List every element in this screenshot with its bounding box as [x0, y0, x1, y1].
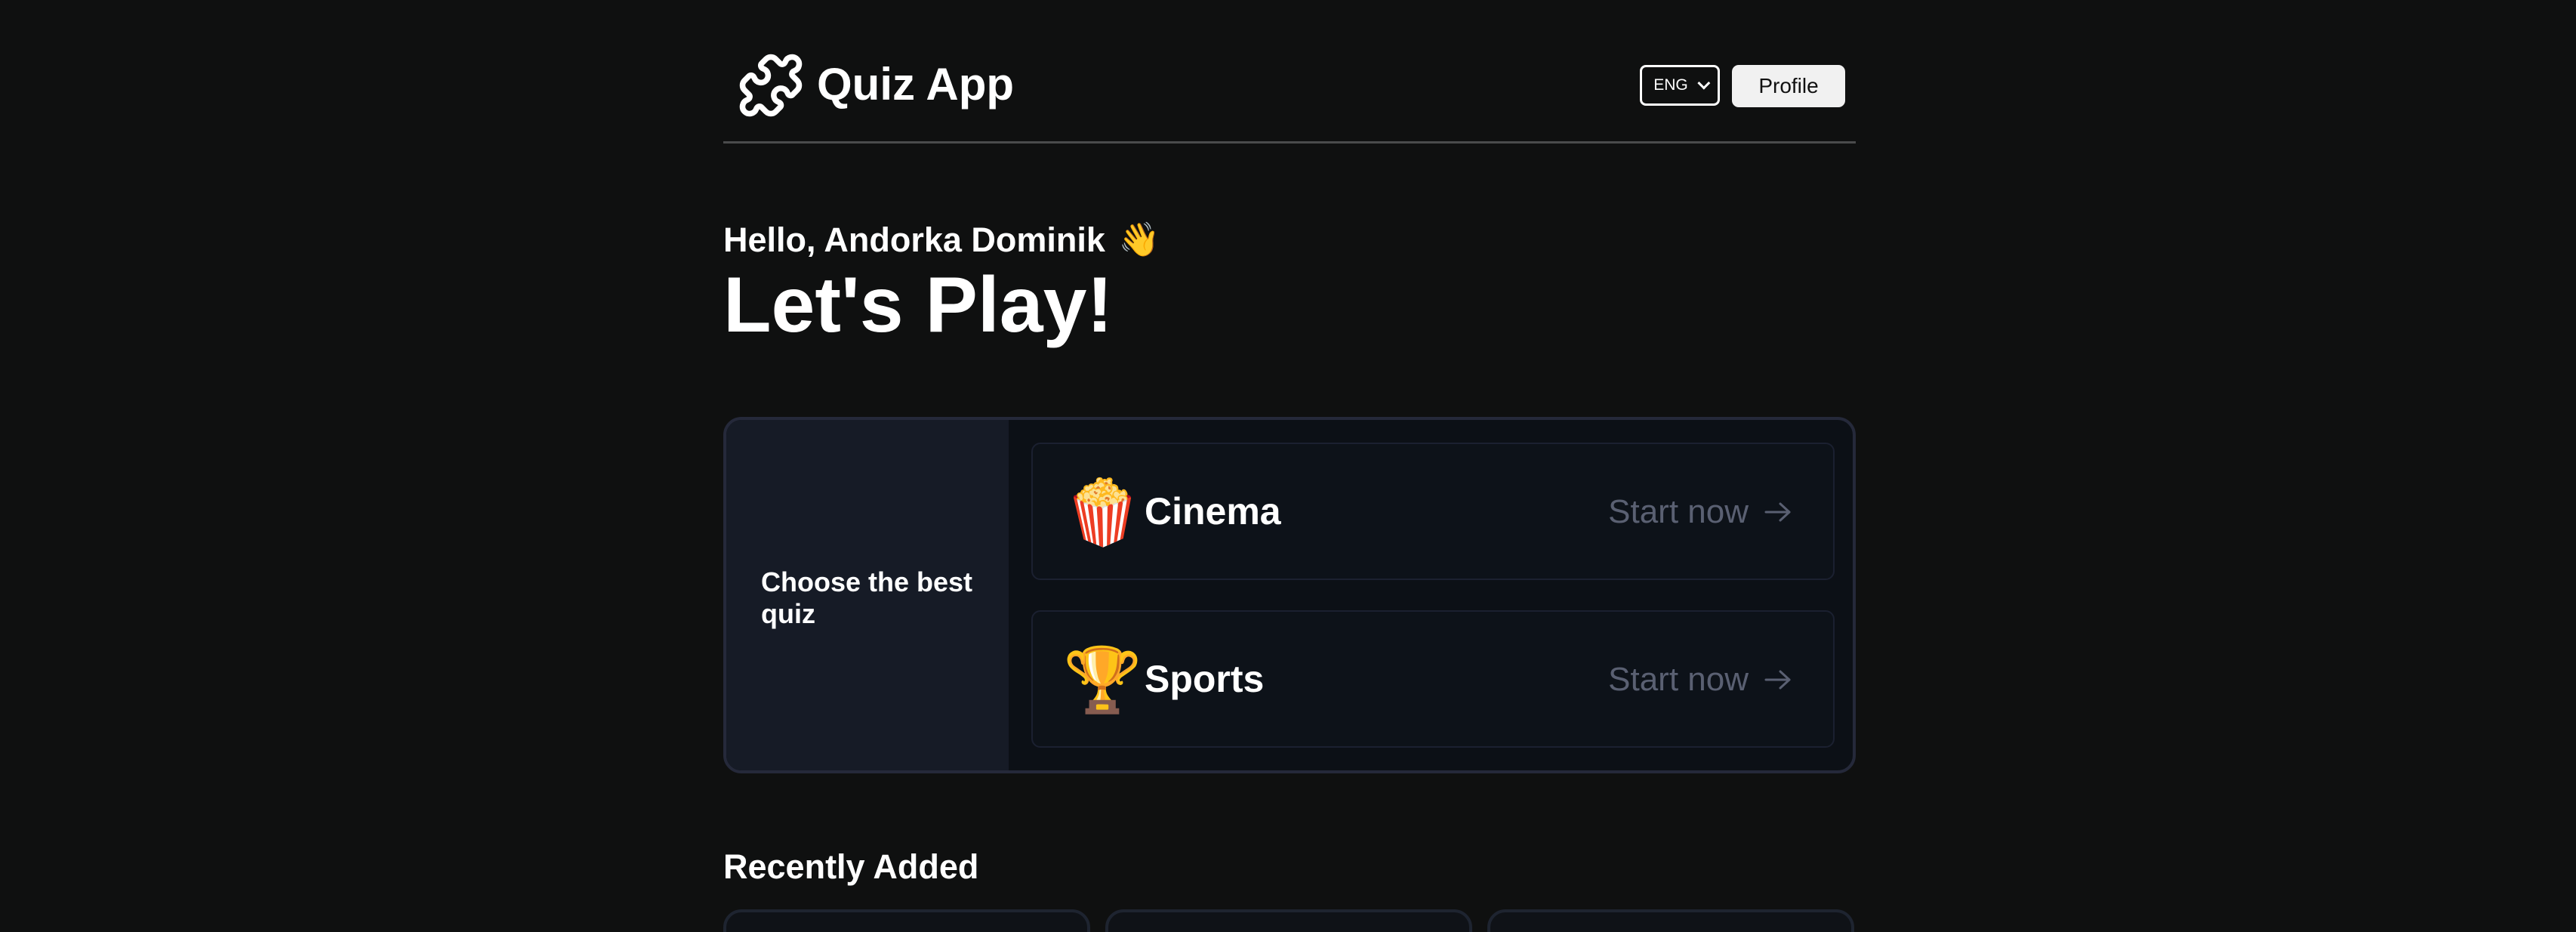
quiz-item-label: Cinema — [1145, 490, 1281, 532]
start-now-label: Start now — [1608, 661, 1749, 698]
header: Quiz App ENG Profile — [723, 0, 1856, 144]
quiz-item-cinema[interactable]: 🍿 Cinema Start now — [1031, 443, 1835, 580]
chevron-down-icon — [1697, 76, 1711, 90]
start-now-link[interactable]: Start now — [1608, 491, 1792, 533]
quiz-item-sports[interactable]: 🏆 Sports Start now — [1031, 610, 1835, 748]
waving-hand-icon: 👋 — [1118, 221, 1160, 258]
trophy-icon: 🏆 — [1063, 644, 1142, 715]
quiz-prompt: Choose the best quiz — [761, 566, 973, 629]
recent-quiz-card[interactable] — [723, 909, 1090, 932]
start-now-label: Start now — [1608, 493, 1749, 530]
app-title: Quiz App — [817, 59, 1015, 110]
language-selected-value: ENG — [1653, 76, 1688, 94]
page-headline: Let's Play! — [723, 261, 1114, 349]
puzzle-piece-icon[interactable] — [737, 51, 805, 119]
arrow-right-icon — [1764, 502, 1791, 522]
quiz-app-page: Quiz App ENG Profile Hello, Andorka Domi… — [0, 0, 2576, 932]
greeting: Hello, Andorka Dominik 👋 — [723, 218, 1160, 263]
greeting-text: Hello, Andorka Dominik — [723, 221, 1105, 259]
language-select[interactable]: ENG — [1640, 65, 1720, 106]
quiz-side-panel: Choose the best quiz — [726, 420, 1009, 770]
main-container: Quiz App ENG Profile Hello, Andorka Domi… — [723, 0, 1856, 932]
recent-quiz-card[interactable] — [1487, 909, 1854, 932]
quiz-item-label: Sports — [1145, 658, 1265, 700]
start-now-link[interactable]: Start now — [1608, 659, 1792, 701]
recent-quiz-card[interactable] — [1105, 909, 1472, 932]
quiz-selection-card: Choose the best quiz 🍿 Cinema Start now … — [723, 417, 1856, 773]
recently-added-heading: Recently Added — [723, 847, 979, 886]
profile-button[interactable]: Profile — [1732, 65, 1845, 107]
arrow-right-icon — [1764, 670, 1791, 690]
popcorn-icon: 🍿 — [1063, 477, 1142, 548]
